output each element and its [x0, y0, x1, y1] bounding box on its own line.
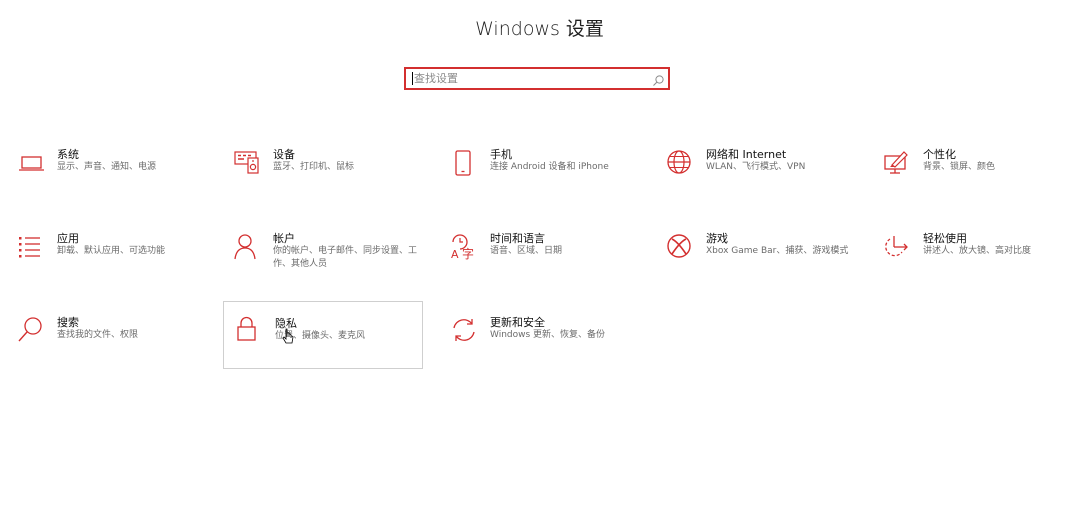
tile-desc: 卸载、默认应用、可选功能: [57, 246, 166, 256]
page-title: Windows 设置: [475, 18, 604, 40]
tile-desc: 语音、区域、日期: [490, 246, 563, 256]
tile-time-language[interactable]: A字 时间和语言 语音、区域、日期: [451, 224, 651, 290]
tile-desc: Xbox Game Bar、捕获、游戏模式: [706, 246, 849, 256]
tile-desc: 你的帐户、电子邮件、同步设置、工作、其他人员: [273, 246, 418, 269]
apps-list-icon: [18, 232, 46, 260]
tile-desc: Windows 更新、恢复、备份: [490, 330, 606, 340]
tile-desc: 显示、声音、通知、电源: [57, 162, 157, 172]
tile-desc: 讲述人、放大镜、高对比度: [923, 246, 1032, 256]
tile-title: 设备: [273, 148, 295, 161]
search-input[interactable]: [406, 69, 654, 88]
tile-title: 游戏: [706, 232, 728, 245]
tile-personalization[interactable]: 个性化 背景、锁屏、颜色: [884, 140, 1079, 206]
ease-of-access-icon: [884, 232, 912, 260]
tile-desc: 蓝牙、打印机、鼠标: [273, 162, 355, 172]
tile-update-security[interactable]: 更新和安全 Windows 更新、恢复、备份: [451, 308, 651, 374]
tile-desc: 背景、锁屏、颜色: [923, 162, 996, 172]
tile-title: 轻松使用: [923, 232, 967, 245]
tile-desc: WLAN、飞行模式、VPN: [706, 162, 806, 172]
tile-system[interactable]: 系统 显示、声音、通知、电源: [18, 140, 218, 206]
search-box[interactable]: [404, 67, 670, 90]
search-icon: [18, 316, 46, 344]
tile-title: 个性化: [923, 148, 956, 161]
tile-devices[interactable]: 设备 蓝牙、打印机、鼠标: [234, 140, 434, 206]
text-caret: [412, 72, 413, 85]
xbox-icon: [667, 232, 695, 260]
lock-icon: [235, 316, 263, 344]
devices-icon: [234, 148, 262, 176]
mouse-cursor-icon: [282, 328, 296, 346]
tile-search[interactable]: 搜索 查找我的文件、权限: [18, 308, 218, 374]
tile-title: 搜索: [57, 316, 79, 329]
tile-ease-of-access[interactable]: 轻松使用 讲述人、放大镜、高对比度: [884, 224, 1079, 290]
tile-title: 网络和 Internet: [706, 148, 787, 161]
tile-apps[interactable]: 应用 卸载、默认应用、可选功能: [18, 224, 218, 290]
svg-text:字: 字: [462, 246, 474, 260]
tile-gaming[interactable]: 游戏 Xbox Game Bar、捕获、游戏模式: [667, 224, 867, 290]
tile-desc: 查找我的文件、权限: [57, 330, 139, 340]
tile-title: 帐户: [273, 232, 295, 245]
tile-title: 手机: [490, 148, 512, 161]
phone-icon: [451, 148, 479, 176]
tile-title: 应用: [57, 232, 79, 245]
personalization-icon: [884, 148, 912, 176]
tile-accounts[interactable]: 帐户 你的帐户、电子邮件、同步设置、工作、其他人员: [234, 224, 434, 290]
tile-phone[interactable]: 手机 连接 Android 设备和 iPhone: [451, 140, 651, 206]
tile-desc: 连接 Android 设备和 iPhone: [490, 162, 609, 172]
tile-title: 系统: [57, 148, 79, 161]
time-language-icon: A字: [451, 232, 479, 260]
tile-privacy[interactable]: 隐私 位置、摄像头、麦克风: [223, 301, 423, 369]
globe-icon: [667, 148, 695, 176]
tile-title: 时间和语言: [490, 232, 545, 245]
tile-network[interactable]: 网络和 Internet WLAN、飞行模式、VPN: [667, 140, 867, 206]
svg-text:A: A: [451, 248, 459, 260]
person-icon: [234, 232, 262, 260]
update-icon: [451, 316, 479, 344]
magnifier-icon: [652, 72, 665, 86]
tile-title: 更新和安全: [490, 316, 545, 329]
laptop-icon: [18, 148, 46, 176]
tile-desc: 位置、摄像头、麦克风: [275, 331, 366, 341]
